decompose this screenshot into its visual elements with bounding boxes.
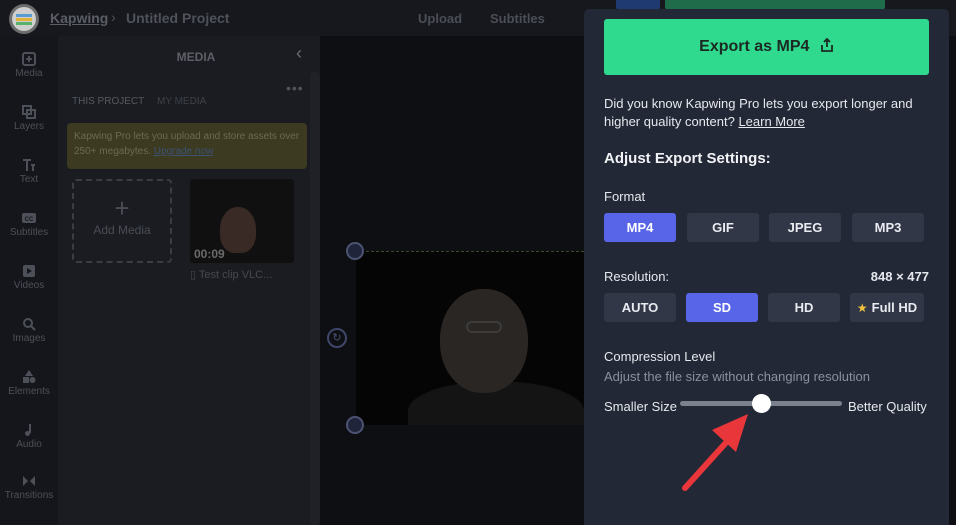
export-as-mp4-button[interactable]: Export as MP4 bbox=[604, 19, 929, 75]
layers-icon bbox=[22, 105, 36, 119]
compression-label: Compression Level bbox=[604, 349, 716, 364]
export-panel: Export as MP4 Did you know Kapwing Pro l… bbox=[584, 9, 949, 525]
resolution-auto-button[interactable]: AUTO bbox=[604, 293, 676, 322]
breadcrumb-separator: › bbox=[111, 9, 116, 25]
slider-max-label: Better Quality bbox=[848, 399, 927, 414]
tab-my-media[interactable]: MY MEDIA bbox=[157, 96, 206, 107]
add-media-button[interactable]: + Add Media bbox=[72, 179, 172, 263]
export-settings-title: Adjust Export Settings: bbox=[604, 150, 771, 167]
add-media-label: Add Media bbox=[93, 223, 151, 237]
rail-item-subtitles[interactable]: CC Subtitles bbox=[0, 211, 58, 257]
rail-item-audio[interactable]: Audio bbox=[0, 423, 58, 469]
rotate-handle-icon[interactable]: ↻ bbox=[327, 328, 347, 348]
resize-handle-bottom-left[interactable] bbox=[346, 416, 364, 434]
rail-item-elements[interactable]: Elements bbox=[0, 370, 58, 416]
more-options-icon[interactable]: ••• bbox=[286, 80, 304, 96]
plus-icon: + bbox=[114, 193, 130, 223]
format-mp3-button[interactable]: MP3 bbox=[852, 213, 924, 242]
brand-link[interactable]: Kapwing bbox=[50, 10, 108, 26]
rail-item-text[interactable]: Text bbox=[0, 158, 58, 204]
svg-text:CC: CC bbox=[25, 217, 34, 223]
media-scrollbar[interactable] bbox=[310, 72, 320, 525]
pro-note: Did you know Kapwing Pro lets you export… bbox=[604, 96, 913, 129]
format-mp4-button[interactable]: MP4 bbox=[604, 213, 676, 242]
collapse-panel-icon[interactable]: ‹ bbox=[296, 43, 302, 64]
upgrade-banner: Kapwing Pro lets you upload and store as… bbox=[67, 123, 307, 169]
images-icon bbox=[23, 318, 36, 331]
upgrade-link[interactable]: Upgrade now bbox=[154, 146, 213, 157]
video-preview[interactable] bbox=[356, 251, 584, 425]
rail-item-videos[interactable]: Videos bbox=[0, 264, 58, 310]
text-icon bbox=[23, 159, 35, 171]
format-gif-button[interactable]: GIF bbox=[687, 213, 759, 242]
project-title[interactable]: Untitled Project bbox=[126, 10, 229, 26]
nav-subtitles[interactable]: Subtitles bbox=[490, 11, 545, 26]
resolution-value: 848 × 477 bbox=[870, 269, 929, 284]
resolution-label: Resolution: bbox=[604, 269, 670, 284]
subtitles-icon: CC bbox=[22, 213, 36, 223]
media-panel-title: MEDIA bbox=[176, 50, 216, 64]
media-icon bbox=[22, 52, 36, 66]
nav-upload[interactable]: Upload bbox=[418, 11, 462, 26]
format-jpeg-button[interactable]: JPEG bbox=[769, 213, 841, 242]
resolution-hd-button[interactable]: HD bbox=[768, 293, 840, 322]
rail-item-layers[interactable]: Layers bbox=[0, 105, 58, 151]
media-panel: MEDIA ‹ ••• THIS PROJECT MY MEDIA Kapwin… bbox=[58, 36, 320, 525]
transitions-icon bbox=[23, 476, 35, 486]
resolution-full-hd-button[interactable]: ★ Full HD bbox=[850, 293, 924, 322]
rail-item-images[interactable]: Images bbox=[0, 317, 58, 363]
compression-description: Adjust the file size without changing re… bbox=[604, 369, 870, 384]
annotation-arrow-icon bbox=[682, 414, 748, 491]
rail-item-transitions[interactable]: Transitions bbox=[0, 474, 58, 520]
rail-item-media[interactable]: Media bbox=[0, 52, 58, 98]
audio-icon bbox=[25, 424, 31, 436]
user-avatar[interactable] bbox=[9, 4, 39, 34]
resolution-sd-button[interactable]: SD bbox=[686, 293, 758, 322]
format-label: Format bbox=[604, 189, 646, 204]
file-icon: ▯ bbox=[190, 269, 199, 281]
videos-icon bbox=[23, 265, 35, 277]
resize-handle-top-left[interactable] bbox=[346, 242, 364, 260]
elements-icon bbox=[23, 370, 36, 383]
tool-rail: Media Layers Text CC Subtitles Videos Im… bbox=[0, 36, 58, 525]
learn-more-link[interactable]: Learn More bbox=[738, 114, 804, 129]
star-icon: ★ bbox=[856, 301, 868, 315]
tab-this-project[interactable]: THIS PROJECT bbox=[72, 96, 144, 107]
share-upload-icon bbox=[820, 38, 833, 52]
media-clip-thumbnail[interactable]: 00:09 bbox=[190, 179, 294, 263]
clip-duration: 00:09 bbox=[194, 247, 225, 261]
clip-name: ▯ Test clip VLC... bbox=[190, 269, 273, 281]
